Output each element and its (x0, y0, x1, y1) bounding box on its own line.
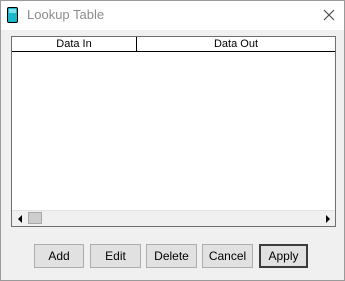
lookup-table-dialog: Lookup Table Data In Data Out Add Edit D… (0, 0, 345, 281)
close-icon (323, 9, 335, 21)
cancel-button[interactable]: Cancel (202, 244, 253, 268)
table-header: Data In Data Out (12, 37, 335, 52)
window-title: Lookup Table (27, 7, 105, 22)
scroll-right-button[interactable] (320, 211, 335, 226)
apply-button[interactable]: Apply (259, 244, 308, 268)
delete-button[interactable]: Delete (146, 244, 197, 268)
scroll-thumb[interactable] (28, 212, 42, 224)
close-button[interactable] (320, 6, 338, 24)
device-icon (7, 7, 18, 23)
triangle-left-icon (17, 214, 22, 223)
column-header-data-out[interactable]: Data Out (137, 37, 335, 51)
table-body[interactable] (12, 52, 335, 212)
add-button[interactable]: Add (34, 244, 84, 268)
triangle-right-icon (325, 214, 330, 223)
edit-button[interactable]: Edit (90, 244, 141, 268)
scroll-left-button[interactable] (12, 211, 27, 226)
horizontal-scrollbar[interactable] (12, 210, 335, 226)
title-bar[interactable]: Lookup Table (1, 1, 344, 30)
column-header-data-in[interactable]: Data In (12, 37, 137, 51)
lookup-table: Data In Data Out (11, 36, 336, 227)
